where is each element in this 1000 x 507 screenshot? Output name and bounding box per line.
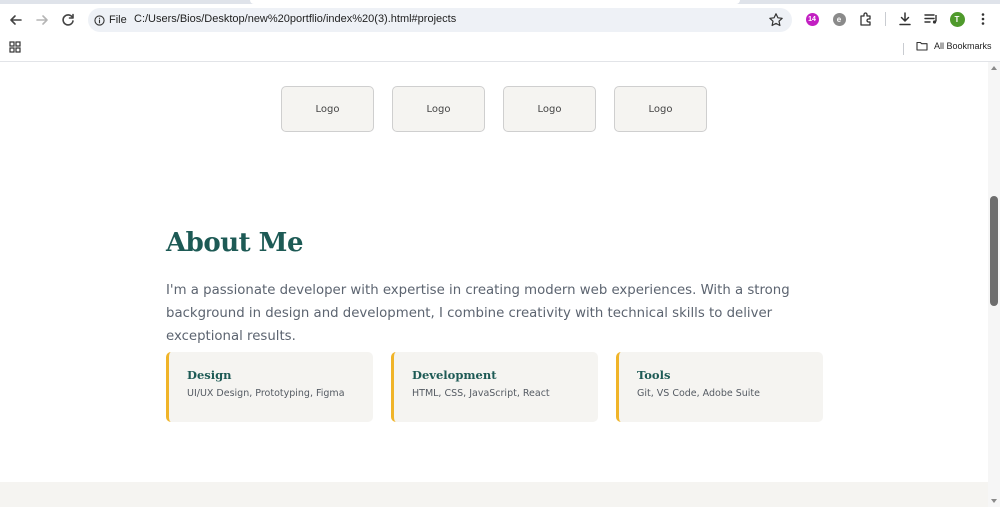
about-description: I'm a passionate developer with expertis… bbox=[166, 283, 790, 344]
logo-placeholder: Logo bbox=[281, 86, 374, 132]
forward-button[interactable] bbox=[31, 9, 53, 31]
skill-title: Tools bbox=[637, 368, 671, 382]
page-viewport: Logo Logo Logo Logo About Me I'm a passi… bbox=[0, 62, 988, 507]
skill-title: Design bbox=[187, 368, 232, 382]
skill-card-design: Design UI/UX Design, Prototyping, Figma bbox=[166, 352, 373, 422]
browser-toolbar: File C:/Users/Bios/Desktop/new%20portfli… bbox=[0, 0, 1000, 62]
reload-icon bbox=[62, 13, 74, 26]
back-button[interactable] bbox=[5, 9, 27, 31]
extension-icon: e bbox=[832, 12, 846, 26]
skill-title: Development bbox=[412, 368, 497, 382]
extensions-menu-button[interactable] bbox=[857, 10, 875, 28]
logo-placeholder: Logo bbox=[503, 86, 596, 132]
next-section-band bbox=[0, 482, 988, 507]
puzzle-icon bbox=[860, 12, 871, 26]
scroll-up-arrow-icon[interactable] bbox=[991, 66, 997, 70]
skill-card-tools: Tools Git, VS Code, Adobe Suite bbox=[616, 352, 823, 422]
skill-items: HTML, CSS, JavaScript, React bbox=[412, 388, 550, 399]
back-arrow-icon bbox=[10, 15, 22, 25]
skill-items: UI/UX Design, Prototyping, Figma bbox=[187, 388, 345, 399]
apps-grid-icon[interactable] bbox=[9, 41, 21, 53]
extension-counter-button[interactable]: 14 bbox=[803, 10, 821, 28]
profile-button[interactable]: T bbox=[948, 10, 966, 28]
toolbar-divider bbox=[885, 12, 886, 26]
page-scrollbar[interactable] bbox=[988, 62, 1000, 507]
bookmarks-bar: All Bookmarks bbox=[0, 38, 1000, 60]
kebab-menu-icon bbox=[981, 13, 985, 25]
folder-icon bbox=[916, 41, 928, 51]
logo-placeholder: Logo bbox=[392, 86, 485, 132]
downloads-button[interactable] bbox=[896, 10, 914, 28]
site-info-chip[interactable]: File bbox=[94, 12, 127, 28]
skills-grid: Design UI/UX Design, Prototyping, Figma … bbox=[166, 352, 823, 422]
media-controls-button[interactable] bbox=[922, 10, 940, 28]
skill-items: Git, VS Code, Adobe Suite bbox=[637, 388, 761, 399]
skill-card-development: Development HTML, CSS, JavaScript, React bbox=[391, 352, 598, 422]
bookmark-star-icon[interactable] bbox=[768, 12, 784, 28]
tab-strip bbox=[0, 0, 1000, 4]
logo-row: Logo Logo Logo Logo bbox=[281, 86, 707, 132]
bookmarks-divider bbox=[903, 43, 904, 55]
extension-badge: 14 bbox=[805, 12, 819, 26]
forward-arrow-icon bbox=[36, 15, 48, 25]
about-title: About Me bbox=[166, 228, 303, 258]
profile-avatar: T bbox=[949, 11, 965, 27]
scrollbar-thumb[interactable] bbox=[990, 196, 998, 306]
logo-placeholder: Logo bbox=[614, 86, 707, 132]
all-bookmarks-button[interactable]: All Bookmarks bbox=[916, 41, 992, 51]
info-icon bbox=[94, 14, 105, 26]
active-tab-edge[interactable] bbox=[250, 0, 740, 4]
playlist-icon bbox=[924, 14, 937, 24]
browser-menu-button[interactable] bbox=[974, 10, 992, 28]
extension-button[interactable]: e bbox=[830, 10, 848, 28]
download-icon bbox=[899, 12, 911, 26]
reload-button[interactable] bbox=[57, 9, 79, 31]
scroll-down-arrow-icon[interactable] bbox=[991, 499, 997, 503]
address-bar[interactable]: File C:/Users/Bios/Desktop/new%20portfli… bbox=[88, 8, 792, 32]
url-text[interactable]: C:/Users/Bios/Desktop/new%20portflio/ind… bbox=[134, 13, 456, 25]
site-chip-label: File bbox=[109, 14, 127, 26]
all-bookmarks-label: All Bookmarks bbox=[934, 41, 992, 51]
